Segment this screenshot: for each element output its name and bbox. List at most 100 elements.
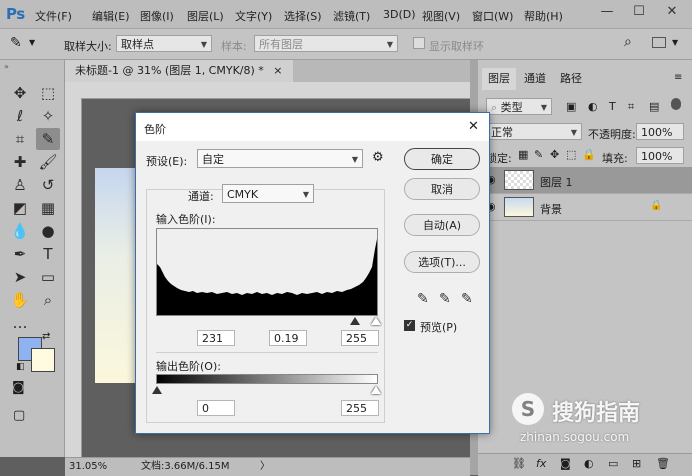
output-white-slider[interactable] (371, 386, 381, 394)
collapse-icon[interactable]: » (4, 62, 9, 71)
filter-shape-icon[interactable]: ⌗ (628, 100, 634, 114)
gradient-tool-icon[interactable]: ▦ (36, 197, 60, 219)
white-eyedropper-icon[interactable]: ✎ (461, 291, 473, 307)
tab-paths[interactable]: 路径 (554, 68, 588, 90)
panel-menu-icon[interactable]: ≡ (674, 72, 682, 83)
pen-tool-icon[interactable]: ✒ (8, 243, 32, 265)
lock-image-icon[interactable]: ✎ (534, 148, 543, 161)
shape-tool-icon[interactable]: ▭ (36, 266, 60, 288)
filter-adjustment-icon[interactable]: ◐ (588, 100, 598, 113)
zoom-tool-icon[interactable]: ⌕ (36, 289, 60, 311)
history-brush-tool-icon[interactable]: ↺ (36, 174, 60, 196)
options-button[interactable]: 选项(T)... (404, 251, 480, 273)
gray-eyedropper-icon[interactable]: ✎ (439, 291, 451, 307)
filter-type-icon[interactable]: T (609, 100, 616, 113)
document-tab[interactable]: 未标题-1 @ 31% (图层 1, CMYK/8) * × (65, 60, 293, 82)
trash-icon[interactable]: 🗑 (656, 457, 670, 470)
lock-all-icon[interactable]: 🔒 (582, 148, 596, 161)
menu-edit[interactable]: 编辑(E) (92, 8, 130, 24)
new-layer-icon[interactable]: ⊞ (632, 457, 641, 470)
preset-options-gear-icon[interactable]: ⚙ (372, 150, 384, 165)
output-white-field[interactable]: 255 (341, 400, 379, 416)
mask-icon[interactable]: ◙ (560, 457, 571, 470)
menu-layer[interactable]: 图层(L) (187, 8, 224, 24)
sample-size-select[interactable]: 取样点 ▼ (116, 35, 212, 52)
chevron-down-icon[interactable]: ▼ (672, 38, 678, 47)
path-selection-tool-icon[interactable]: ➤ (8, 266, 32, 288)
swap-colors-icon[interactable]: ⇄ (42, 331, 50, 342)
input-white-field[interactable]: 255 (341, 330, 379, 346)
filter-toggle-icon[interactable] (671, 98, 681, 110)
lasso-tool-icon[interactable]: ℓ (8, 105, 32, 127)
search-icon[interactable]: ⌕ (624, 34, 632, 50)
more-tools-icon[interactable]: … (8, 312, 32, 334)
dialog-title-bar[interactable]: 色阶 ✕ (136, 113, 489, 141)
move-tool-icon[interactable]: ✥ (8, 82, 32, 104)
layer-row-1[interactable]: ◉ 图层 1 (478, 167, 692, 194)
dodge-tool-icon[interactable]: ● (36, 220, 60, 242)
magic-wand-tool-icon[interactable]: ✧ (36, 105, 60, 127)
show-ring-checkbox[interactable] (413, 37, 425, 49)
cancel-button[interactable]: 取消 (404, 178, 480, 200)
menu-help[interactable]: 帮助(H) (524, 8, 563, 24)
menu-file[interactable]: 文件(F) (35, 8, 72, 24)
preview-checkbox[interactable]: ✓ (404, 320, 415, 331)
quick-mask-icon[interactable]: ◙ (12, 380, 25, 395)
filter-smart-icon[interactable]: ▤ (649, 100, 659, 113)
auto-button[interactable]: 自动(A) (404, 214, 480, 236)
lock-transparent-icon[interactable]: ▦ (518, 148, 528, 161)
tab-channels[interactable]: 通道 (518, 68, 552, 90)
workspace-icon[interactable] (652, 37, 666, 48)
menu-3d[interactable]: 3D(D) (383, 8, 416, 21)
menu-type[interactable]: 文字(Y) (235, 8, 272, 24)
crop-tool-icon[interactable]: ⌗ (8, 128, 32, 150)
document-canvas[interactable] (95, 168, 140, 383)
opacity-input[interactable]: 100% (636, 123, 684, 140)
eyedropper-tool-preset-icon[interactable]: ✎ (10, 35, 22, 51)
preset-select[interactable]: 自定 ▼ (197, 149, 363, 168)
fill-input[interactable]: 100% (636, 147, 684, 164)
stamp-tool-icon[interactable]: ♙ (8, 174, 32, 196)
status-menu-arrow-icon[interactable]: 〉 (260, 458, 270, 476)
lock-artboard-icon[interactable]: ⬚ (566, 148, 576, 161)
fx-icon[interactable]: fx (536, 457, 546, 470)
channel-select[interactable]: CMYK ▼ (222, 184, 314, 203)
default-colors-icon[interactable]: ◧ (16, 362, 25, 372)
menu-image[interactable]: 图像(I) (140, 8, 174, 24)
blend-mode-select[interactable]: 正常 ▼ (486, 123, 582, 140)
minimize-button[interactable]: — (595, 2, 619, 22)
screen-mode-icon[interactable]: ▢ (13, 408, 25, 423)
close-dialog-icon[interactable]: ✕ (468, 119, 479, 134)
marquee-tool-icon[interactable]: ⬚ (36, 82, 60, 104)
chevron-down-icon[interactable]: ▼ (29, 38, 35, 47)
tab-layers[interactable]: 图层 (482, 68, 516, 90)
type-tool-icon[interactable]: T (36, 243, 60, 265)
input-black-field[interactable]: 231 (197, 330, 235, 346)
link-icon[interactable]: ⛓ (512, 457, 526, 470)
lock-position-icon[interactable]: ✥ (550, 148, 559, 161)
menu-view[interactable]: 视图(V) (422, 8, 460, 24)
menu-filter[interactable]: 滤镜(T) (333, 8, 370, 24)
blur-tool-icon[interactable]: 💧 (8, 220, 32, 242)
background-color-swatch[interactable] (31, 348, 55, 372)
input-black-point-slider[interactable] (350, 317, 360, 325)
input-gamma-field[interactable]: 0.19 (269, 330, 307, 346)
menu-select[interactable]: 选择(S) (284, 8, 322, 24)
menu-window[interactable]: 窗口(W) (472, 8, 513, 24)
maximize-button[interactable]: ☐ (627, 2, 651, 22)
layer-row-background[interactable]: ◉ 背景 🔒 (478, 194, 692, 221)
ok-button[interactable]: 确定 (404, 148, 480, 170)
close-window-button[interactable]: ✕ (660, 2, 684, 22)
sample-select[interactable]: 所有图层 ▼ (254, 35, 398, 52)
brush-tool-icon[interactable]: 🖌 (36, 151, 60, 173)
eyedropper-tool-icon[interactable]: ✎ (36, 128, 60, 150)
healing-brush-tool-icon[interactable]: ✚ (8, 151, 32, 173)
layer-filter-select[interactable]: ⌕ 类型 ▼ (486, 98, 552, 115)
folder-icon[interactable]: ▭ (608, 457, 618, 470)
adjustment-icon[interactable]: ◐ (584, 457, 594, 470)
hand-tool-icon[interactable]: ✋ (8, 289, 32, 311)
black-eyedropper-icon[interactable]: ✎ (417, 291, 429, 307)
output-black-slider[interactable] (152, 386, 162, 394)
zoom-level[interactable]: 31.05% (69, 458, 107, 476)
filter-pixel-icon[interactable]: ▣ (566, 100, 576, 113)
